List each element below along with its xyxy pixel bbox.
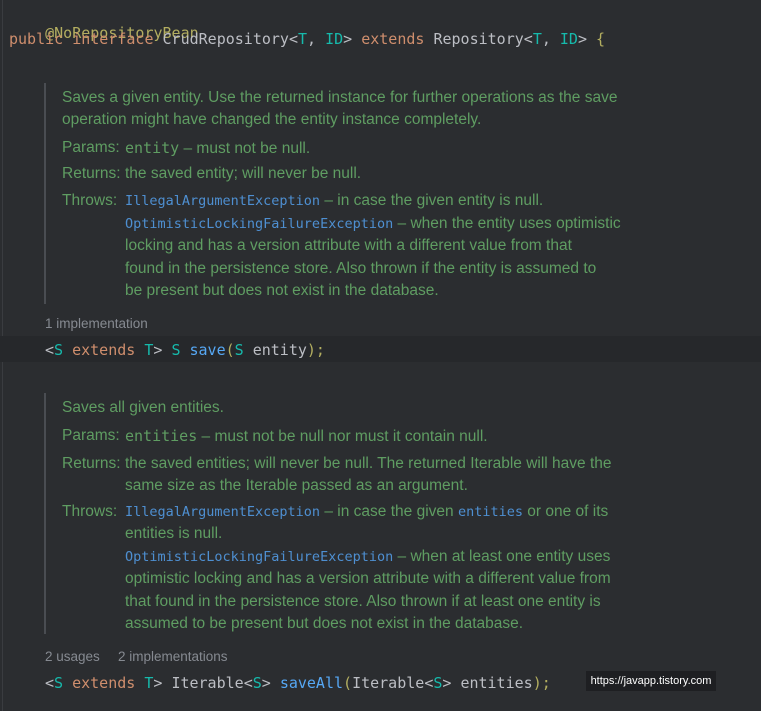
paren-open: ( (343, 674, 353, 692)
type-param-s: S (54, 341, 64, 359)
keyword-public: public (9, 30, 64, 48)
optimistic-locking-exception-link[interactable]: OptimisticLockingFailureException (125, 216, 393, 232)
param-type[interactable]: Iterable (352, 674, 424, 692)
throws-label: Throws: (62, 192, 118, 209)
optimistic-locking-exception-link[interactable]: OptimisticLockingFailureException (125, 549, 393, 565)
returns-line1: the saved entities; will never be null. … (125, 455, 612, 472)
return-type[interactable]: Iterable (171, 674, 243, 692)
params-value: entity – must not be null. (125, 137, 310, 161)
implementations-hint[interactable]: 2 implementations (118, 649, 228, 664)
throws-item-1: IllegalArgumentException – in case the g… (125, 190, 543, 213)
parent-type-param-t: T (532, 30, 542, 48)
generic-comma: , (307, 30, 326, 48)
doc-summary-line2: operation might have changed the entity … (62, 111, 482, 128)
parent-generic-comma: , (541, 30, 560, 48)
interface-declaration: public interface CrudRepository<T, ID> e… (9, 29, 605, 49)
method-saveall-signature: <S extends T> Iterable<S> saveAll(Iterab… (45, 673, 551, 693)
type-param-s: S (54, 674, 64, 692)
throws2-line4: be present but does not exist in the dat… (125, 282, 439, 299)
keyword-extends: extends (72, 341, 136, 359)
throws1-desc: – in case the given entity is null. (320, 192, 544, 209)
generic-close: > (153, 341, 163, 359)
method-name-save[interactable]: save (190, 341, 226, 359)
params-value: entities – must not be null nor must it … (125, 425, 488, 449)
type-param-t: T (298, 30, 308, 48)
keyword-extends: extends (72, 674, 136, 692)
generic-open: < (45, 674, 55, 692)
parent-type-param-id: ID (559, 30, 578, 48)
generic-open: < (288, 30, 298, 48)
throws-label: Throws: (62, 503, 118, 520)
throws2-line2: locking and has a version attribute with… (125, 237, 572, 254)
parent-generic-open: < (523, 30, 533, 48)
params-label: Params: (62, 139, 120, 156)
type-param-id: ID (325, 30, 344, 48)
generic-close: > (153, 674, 163, 692)
throws2-line2: optimistic locking and has a version att… (125, 570, 611, 587)
parent-interface[interactable]: Repository (433, 30, 523, 48)
open-brace: { (596, 30, 606, 48)
param-desc: – must not be null. (179, 140, 311, 157)
interface-name[interactable]: CrudRepository (163, 30, 289, 48)
generic-close: > (343, 30, 353, 48)
param-generic-close: > (442, 674, 452, 692)
param-name: entity (125, 139, 180, 157)
throws-item-2: OptimisticLockingFailureException – when… (125, 213, 621, 236)
param-name: entities (460, 674, 533, 692)
param-generic-open: < (424, 674, 434, 692)
keyword-interface: interface (72, 30, 154, 48)
method-save-signature: <S extends T> S save(S entity); (45, 340, 325, 360)
watermark: https://javapp.tistory.com (586, 671, 716, 691)
generic-open: < (45, 341, 55, 359)
javadoc-saveall: Saves all given entities. Params: entiti… (44, 393, 720, 634)
paren-open: ( (225, 341, 235, 359)
doc-summary-line1: Saves a given entity. Use the returned i… (62, 89, 618, 106)
doc-summary: Saves all given entities. (62, 399, 224, 416)
return-generic-open: < (243, 674, 253, 692)
returns-desc: the saved entity; will never be null. (125, 165, 362, 182)
throws2-desc: – when at least one entity uses (393, 548, 611, 565)
throws1-line2: entities is null. (125, 525, 223, 542)
params-label: Params: (62, 427, 120, 444)
throws2-desc: – when the entity uses optimistic (393, 215, 621, 232)
method-name-saveall[interactable]: saveAll (280, 674, 343, 692)
usages-hint[interactable]: 2 usages (45, 649, 100, 664)
paren-close: ); (532, 674, 551, 692)
throws-item-1: IllegalArgumentException – in case the g… (125, 501, 608, 524)
param-name: entity (252, 341, 307, 359)
illegal-argument-exception-link[interactable]: IllegalArgumentException (125, 193, 320, 209)
returns-label: Returns: (62, 165, 121, 182)
throws2-line3: that found in the persistence store. Als… (125, 593, 601, 610)
parent-generic-close: > (577, 30, 587, 48)
illegal-argument-exception-link[interactable]: IllegalArgumentException (125, 504, 320, 520)
return-generic-close: > (261, 674, 271, 692)
entities-link[interactable]: entities (458, 504, 523, 520)
param-desc: – must not be null nor must it contain n… (197, 428, 488, 445)
return-type-param: S (252, 674, 262, 692)
param-name: entities (125, 427, 198, 445)
keyword-extends: extends (361, 30, 425, 48)
throws1-desc-b: or one of its (522, 503, 609, 520)
javadoc-save: Saves a given entity. Use the returned i… (44, 83, 720, 304)
param-type: S (234, 341, 244, 359)
throws2-line3: found in the persistence store. Also thr… (125, 260, 597, 277)
paren-close: ); (306, 341, 325, 359)
returns-line2: same size as the Iterable passed as an a… (125, 477, 468, 494)
return-type: S (171, 341, 181, 359)
code-editor[interactable]: @NoRepositoryBean public interface CrudR… (0, 0, 761, 711)
returns-label: Returns: (62, 455, 121, 472)
implementations-hint[interactable]: 1 implementation (45, 316, 148, 331)
throws-item-2: OptimisticLockingFailureException – when… (125, 546, 610, 569)
throws2-line4: assumed to be present but does not exist… (125, 615, 524, 632)
throws1-desc-a: – in case the given (320, 503, 458, 520)
